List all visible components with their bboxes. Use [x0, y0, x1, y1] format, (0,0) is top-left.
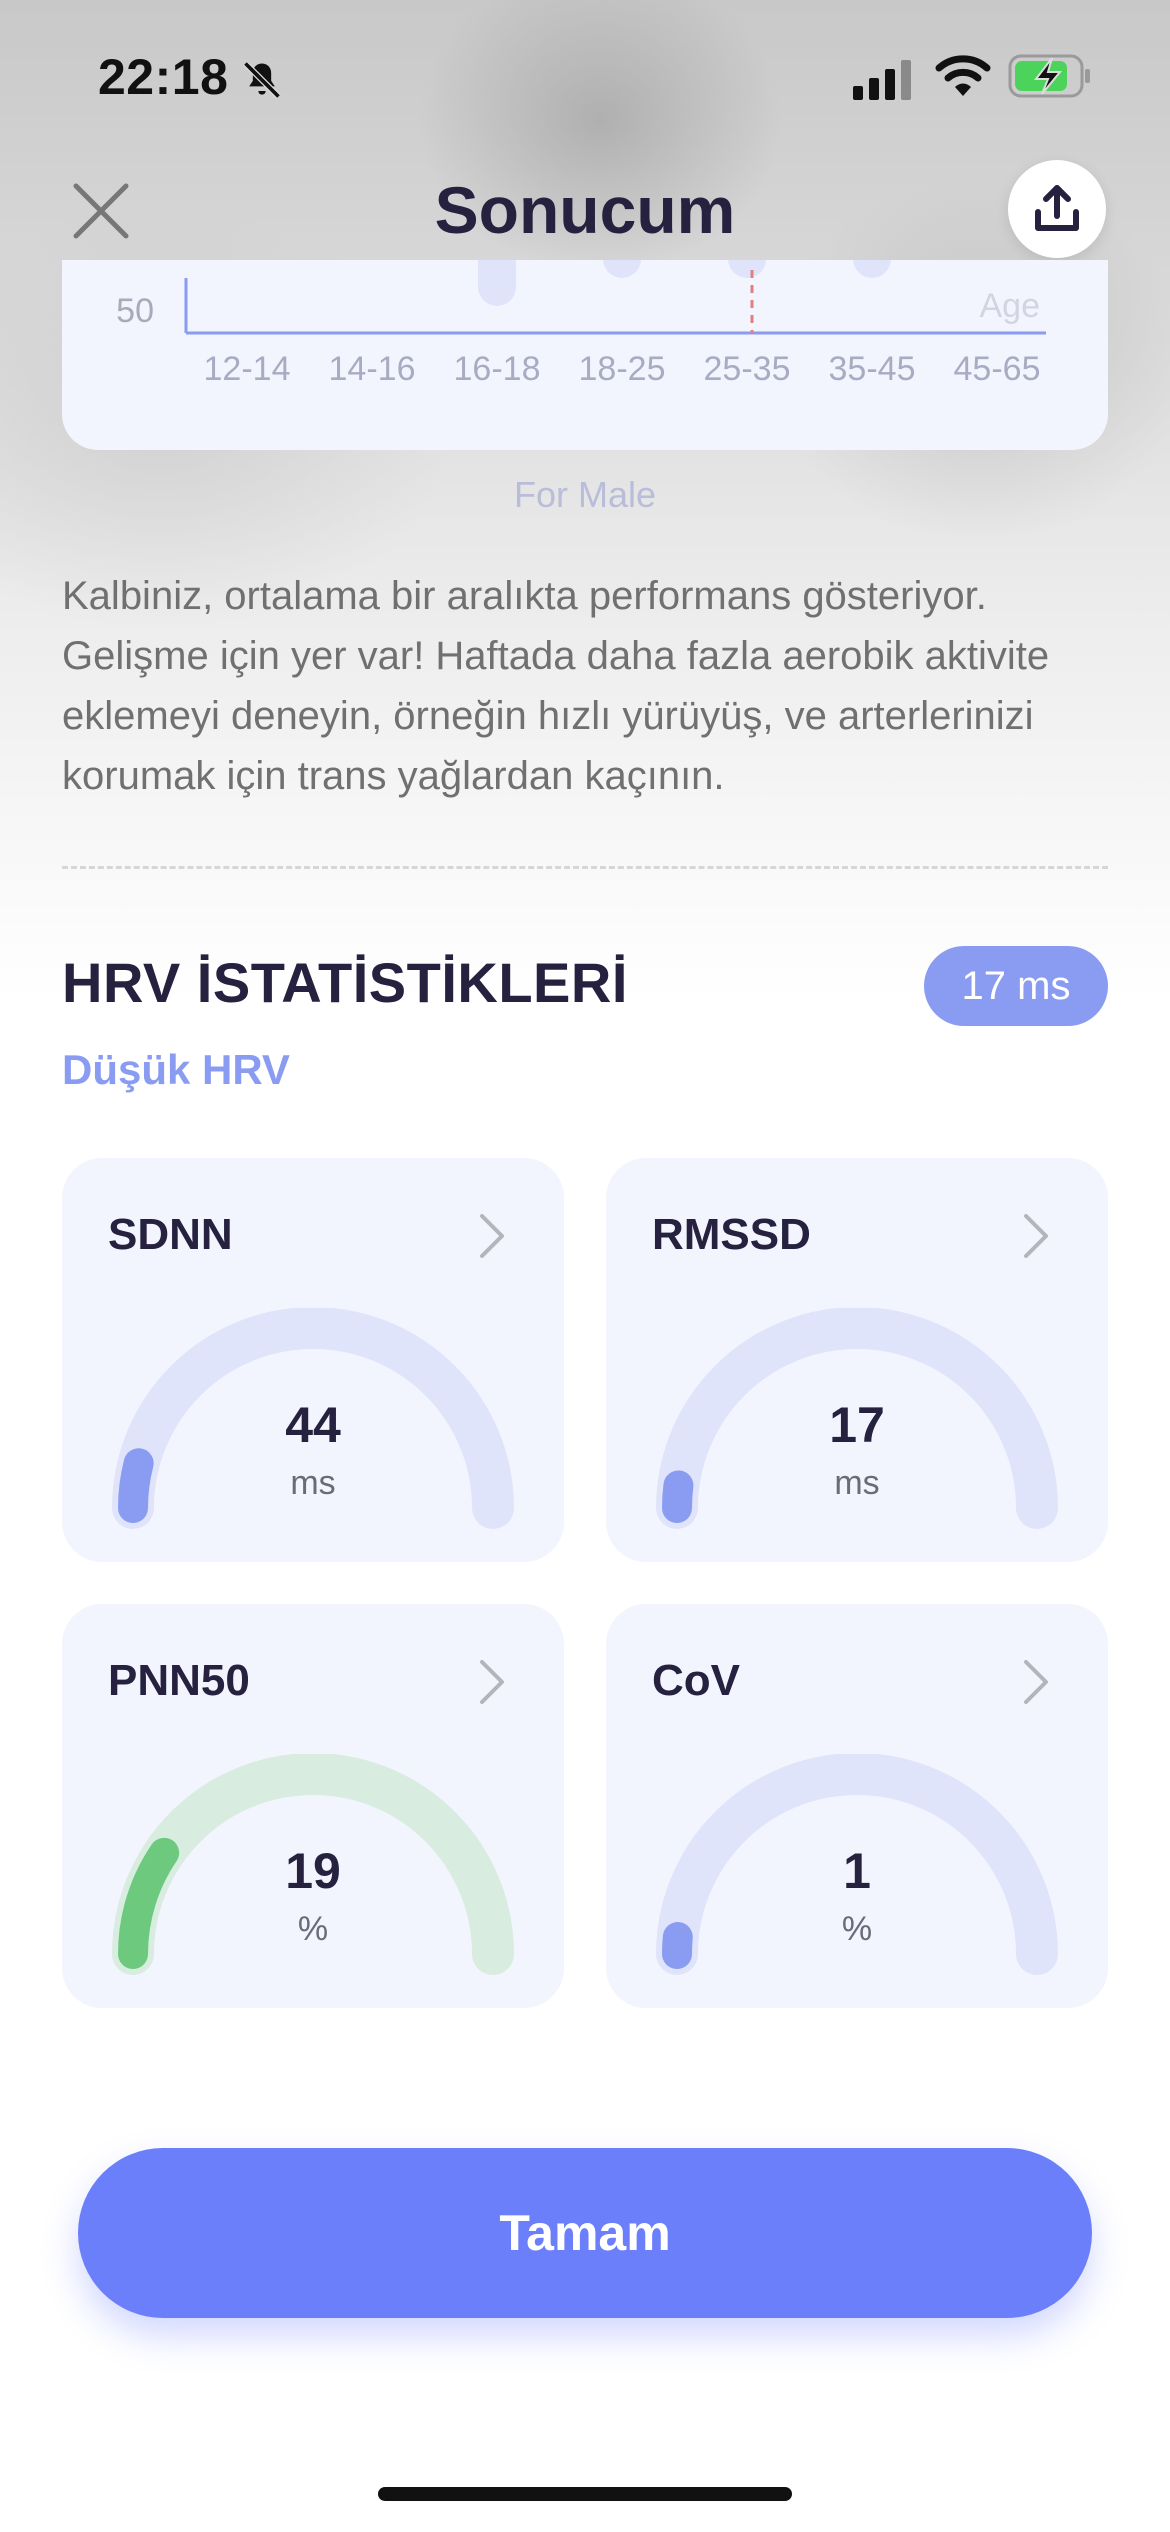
x-axis-label: Age [980, 287, 1041, 325]
stat-card-sdnn[interactable]: SDNN 44 ms [62, 1158, 564, 1562]
result-description: Kalbiniz, ortalama bir aralıkta performa… [62, 574, 1050, 798]
chevron-right-icon[interactable] [470, 1654, 514, 1710]
hrv-value-badge: 17 ms [924, 946, 1108, 1026]
stat-card-cov[interactable]: CoV 1% [606, 1604, 1108, 2008]
hrv-status-label: Düşük HRV [62, 1046, 290, 1093]
chevron-right-icon[interactable] [1014, 1654, 1058, 1710]
stat-unit: % [841, 1910, 873, 1948]
stat-unit: ms [290, 1464, 336, 1502]
battery-charging-icon [1008, 54, 1090, 98]
stat-unit: ms [834, 1464, 880, 1502]
chevron-right-icon[interactable] [1014, 1208, 1058, 1264]
x-tick-label: 25-35 [704, 350, 791, 388]
stat-name: PNN50 [108, 1656, 250, 1705]
x-tick-label: 18-25 [579, 350, 666, 388]
x-tick-label: 14-16 [329, 350, 416, 388]
age-range-marker [478, 260, 516, 306]
x-tick-label: 12-14 [204, 350, 291, 388]
stat-value: 19 [285, 1843, 341, 1899]
stat-value: 1 [843, 1843, 871, 1899]
wifi-icon [935, 55, 991, 96]
bell-off-icon [243, 61, 281, 99]
section-title: HRV İSTATİSTİKLERİ [62, 951, 628, 1014]
age-range-marker [603, 260, 641, 278]
stat-value: 44 [285, 1397, 341, 1453]
stat-value: 17 [829, 1397, 885, 1453]
age-chart: 50 Age 12-14 14-16 16-18 18-25 25-35 35-45 45-… [116, 260, 1046, 388]
stat-card-rmssd[interactable]: RMSSD 17 ms [606, 1158, 1108, 1562]
status-bar: 22:18 [0, 0, 1170, 150]
home-indicator[interactable] [378, 2487, 792, 2501]
stat-name: RMSSD [652, 1210, 811, 1259]
chevron-right-icon[interactable] [470, 1208, 514, 1264]
done-button[interactable]: Tamam [78, 2148, 1092, 2318]
age-range-marker [728, 260, 766, 278]
share-icon [1035, 185, 1079, 231]
stat-name: CoV [652, 1656, 740, 1705]
status-time: 22:18 [98, 49, 229, 105]
x-tick-label: 16-18 [454, 350, 541, 388]
share-button[interactable] [1008, 160, 1106, 258]
x-tick-label: 45-65 [954, 350, 1041, 388]
age-chart-card: 50 Age 12-14 14-16 16-18 18-25 25-35 35-45 45-… [62, 260, 1108, 450]
signal-icon [853, 60, 911, 100]
divider [62, 866, 1108, 869]
chart-caption: For Male [513, 474, 657, 515]
stat-card-pnn50[interactable]: PNN50 19% [62, 1604, 564, 2008]
stat-unit: % [297, 1910, 329, 1948]
y-tick-label: 50 [116, 292, 154, 330]
stat-name: SDNN [108, 1210, 233, 1259]
page-title: Sonucum [434, 173, 736, 247]
age-range-marker [853, 260, 891, 278]
x-tick-label: 35-45 [829, 350, 916, 388]
